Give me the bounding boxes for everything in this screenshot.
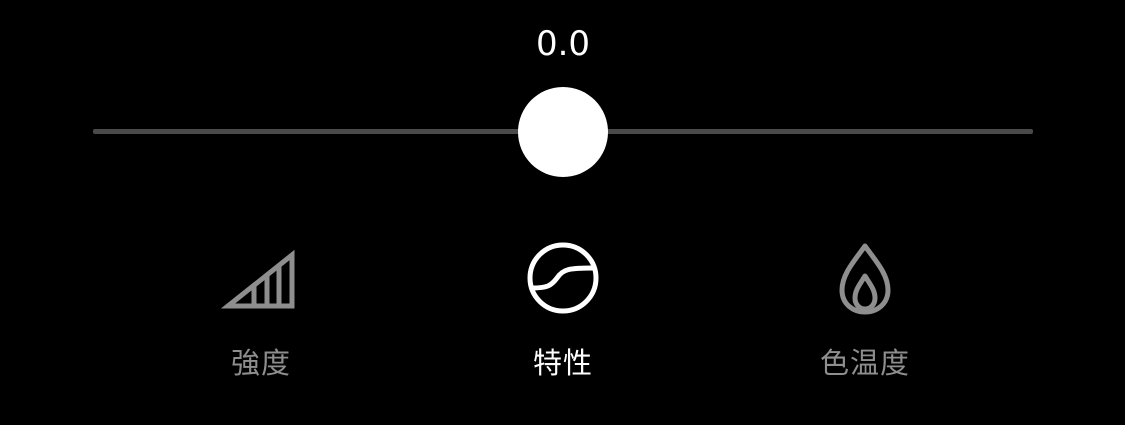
slider-thumb[interactable]	[518, 87, 608, 177]
tool-label-color-temperature: 色温度	[819, 346, 910, 380]
flame-icon	[825, 236, 905, 316]
tool-label-character: 特性	[532, 346, 593, 380]
s-curve-icon	[523, 236, 603, 316]
signal-strength-icon	[221, 236, 301, 316]
tool-label-strength: 強度	[230, 346, 291, 380]
tool-color-temperature[interactable]: 色温度	[765, 236, 965, 386]
tool-strength[interactable]: 強度	[161, 236, 361, 386]
slider-value: 0.0	[535, 24, 591, 64]
adjustment-slider[interactable]	[93, 86, 1033, 178]
tool-character[interactable]: 特性	[463, 236, 663, 386]
